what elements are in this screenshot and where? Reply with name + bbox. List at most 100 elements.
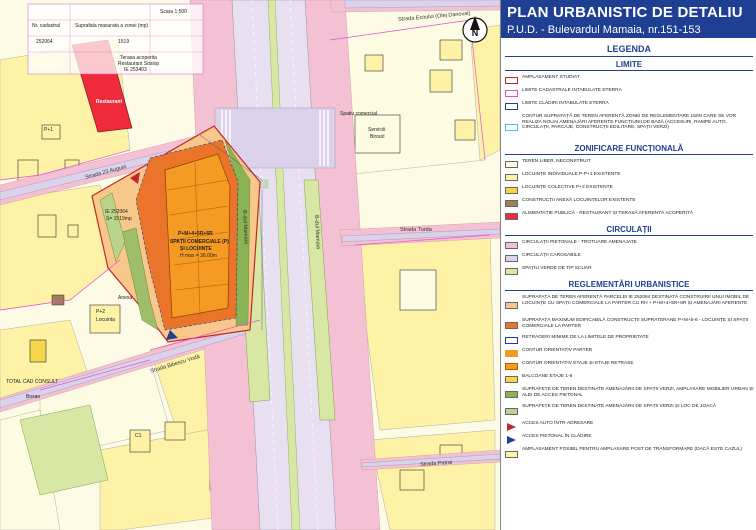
legend-swatch <box>505 375 518 383</box>
legend-swatch <box>505 76 518 84</box>
legend-item-label: CIRCULAȚII PIETONALE - TROTUARE AMENAJAT… <box>522 240 637 245</box>
legend-item-label: CONTUR ORIENTATIV ETAJE ȘI ETAJE RETRASE <box>522 361 634 366</box>
legend-item: CONTUR ORIENTATIV PARTER <box>501 347 756 359</box>
legend-item: TEREN LIBER, NECONSTRUIT <box>501 158 756 170</box>
divider <box>505 70 753 71</box>
legend-swatch <box>505 123 518 131</box>
map-label: 252064 <box>36 39 53 45</box>
map-label: TOTAL CAD CONSULT <box>6 379 59 385</box>
plan-title: PLAN URBANISTIC DE DETALIU <box>507 4 743 21</box>
map-label: Scara 1:500 <box>160 9 187 15</box>
legend-item-label: LIMITE CADASTRALE INTABULATE ETERRA <box>522 88 622 93</box>
legend-item-label: SPAȚIU VERDE DE TIP SCUAR <box>522 266 592 271</box>
street-label: Strada Turda <box>400 227 432 233</box>
legend-item: CIRCULAȚII CAROSABILE <box>501 252 756 264</box>
divider <box>505 56 753 57</box>
legend-item-label: ALIMENTAȚIE PUBLICĂ - RESTAURANT ȘI TERA… <box>522 211 694 216</box>
legend-item: AMPLASAMENT POSIBIL PENTRU AMPLASARE POS… <box>501 446 756 462</box>
map-label: Serviciii <box>368 127 386 133</box>
legend-item-label: SUPRAFAȚA MAXIMUM EDIFICABILĂ CONSTRUCȚI… <box>522 318 749 329</box>
plan-subtitle: P.U.D. - Bulevardul Mamaia, nr.151-153 <box>507 24 701 36</box>
legend-section-reglementari: REGLEMENTĂRI URBANISTICE <box>568 280 690 289</box>
legend-item-label: LOCUINȚE COLECTIVE P+2 EXISTENTE <box>522 185 613 190</box>
divider <box>505 235 753 236</box>
map-label: Suprafata masurata a zonei (mp) <box>75 23 149 29</box>
pedestrian-access-arrow-icon <box>507 435 516 444</box>
map-label: S= 1519mp <box>106 216 132 222</box>
legend-swatch <box>505 173 518 181</box>
legend-item-label: CIRCULAȚII CAROSABILE <box>522 253 581 258</box>
map-label: Spatiu comercial <box>340 111 377 117</box>
legend-item: SUPRAFAȚA DE TEREN AFERENTĂ PARCELEI IE … <box>501 294 756 316</box>
legend-swatch <box>505 241 518 249</box>
map-label: C1 <box>135 433 142 439</box>
legend-section-zonificare: ZONIFICARE FUNCȚIONALĂ <box>574 144 684 153</box>
legend-item-label: SUPRAFAȚA DE TEREN AFERENTĂ PARCELEI IE … <box>522 295 750 306</box>
legend-title: LEGENDA <box>606 44 651 54</box>
street-label: B-dul Mamaia <box>241 209 249 245</box>
legend-swatch <box>505 267 518 275</box>
title-block: PLAN URBANISTIC DE DETALIU P.U.D. - Bule… <box>501 0 756 38</box>
legend-item: CONTUR ORIENTATIV ETAJE ȘI ETAJE RETRASE <box>501 360 756 372</box>
legend-item-label: CONTUR ORIENTATIV PARTER <box>522 348 593 353</box>
map-label: Nr. cadastral <box>32 23 61 29</box>
legend-section-limite: LIMITE <box>615 60 643 69</box>
legend-item: ACCES AUTO ÎNTR-ADRESARE <box>501 420 756 432</box>
legend-swatch <box>505 102 518 110</box>
legend-swatch <box>505 301 518 309</box>
legend-item: CONSTRUCȚII ANEXĂ LOCUINȚELOR EXISTENTE <box>501 197 756 209</box>
legend-panel: PLAN URBANISTIC DE DETALIU P.U.D. - Bule… <box>500 0 756 530</box>
legend-item-label: CONTUR SUPRAFAȚĂ DE TEREN AFERENTĂ ZONEI… <box>522 114 737 131</box>
legend-item: BALCOANE ETAJE 1-6 <box>501 373 756 385</box>
map-label: Locuinta <box>96 317 115 323</box>
map-label: IE 253403 <box>124 67 147 73</box>
legend-swatch <box>505 186 518 194</box>
divider <box>505 154 753 155</box>
legend-swatch <box>505 349 518 357</box>
legend-item-label: CONSTRUCȚII ANEXĂ LOCUINȚELOR EXISTENTE <box>522 198 636 203</box>
pud-sheet: N Strada Ecoului (Olej Danovai) Strada 2… <box>0 0 756 530</box>
legend-item-label: AMPLASAMENT STUDIAT <box>522 75 580 80</box>
legend-swatch <box>505 336 518 344</box>
legend-section-circulatii: CIRCULAȚII <box>606 225 652 234</box>
legend-item-label: ACCES PIETONAL ÎN CLĂDIRE <box>522 434 592 439</box>
legend-item-label: TEREN LIBER, NECONSTRUIT <box>522 159 591 164</box>
legend-item: LIMITE CADASTRALE INTABULATE ETERRA <box>501 87 756 99</box>
legend-swatch <box>505 390 518 398</box>
legend-swatch <box>505 89 518 97</box>
legend-swatch <box>505 199 518 207</box>
map-label: Restaurant <box>96 99 123 105</box>
map-label: ȘI LOCUINȚE <box>180 246 212 252</box>
legend-item: ALIMENTAȚIE PUBLICĂ - RESTAURANT ȘI TERA… <box>501 210 756 222</box>
legend-swatch <box>505 254 518 262</box>
legend-item-label: AMPLASAMENT POSIBIL PENTRU AMPLASARE POS… <box>522 447 742 452</box>
legend-item-label: SUPRAFEȚE DE TEREN DESTINATE AMENAJĂRII … <box>522 404 717 409</box>
divider <box>505 290 753 291</box>
map-label: P+M+4+5R+6R <box>178 231 213 237</box>
legend-item: ACCES PIETONAL ÎN CLĂDIRE <box>501 433 756 445</box>
legend-item-label: LOCUINȚE INDIVIDUALE P-P+1 EXISTENTE <box>522 172 621 177</box>
urban-plan-map: N <box>0 0 500 530</box>
legend-item: CONTUR SUPRAFAȚĂ DE TEREN AFERENTĂ ZONEI… <box>501 113 756 141</box>
vehicle-access-arrow-icon <box>507 422 516 431</box>
legend-swatch <box>505 160 518 168</box>
legend-item: LIMITE CLĂDIRI INTABULATE ETERRA <box>501 100 756 112</box>
street-label: B-dul Mamaia <box>313 214 321 250</box>
legend-item: SPAȚIU VERDE DE TIP SCUAR <box>501 265 756 277</box>
legend-swatch <box>505 321 518 329</box>
legend-swatch <box>505 450 518 458</box>
legend-item: AMPLASAMENT STUDIAT <box>501 74 756 86</box>
legend-swatch <box>505 212 518 220</box>
legend-swatch <box>505 407 518 415</box>
legend-item: RETRAGERI MINIME DE LA LIMITELE DE PROPR… <box>501 334 756 346</box>
legend-item: LOCUINȚE COLECTIVE P+2 EXISTENTE <box>501 184 756 196</box>
svg-text:N: N <box>472 28 479 38</box>
map-label: IE 252064 <box>105 209 128 215</box>
legend-item-label: RETRAGERI MINIME DE LA LIMITELE DE PROPR… <box>522 335 649 340</box>
map-label: P+1 <box>44 127 54 133</box>
legend-item-label: SUPRAFEȚE DE TEREN DESTINATE AMENAJĂRII … <box>522 387 754 398</box>
map-label: SPAȚII COMERCIALE (P) <box>170 239 229 245</box>
legend-item: SUPRAFEȚE DE TEREN DESTINATE AMENAJĂRII … <box>501 386 756 402</box>
legend-item: LOCUINȚE INDIVIDUALE P-P+1 EXISTENTE <box>501 171 756 183</box>
legend-item-label: ACCES AUTO ÎNTR-ADRESARE <box>522 421 594 426</box>
